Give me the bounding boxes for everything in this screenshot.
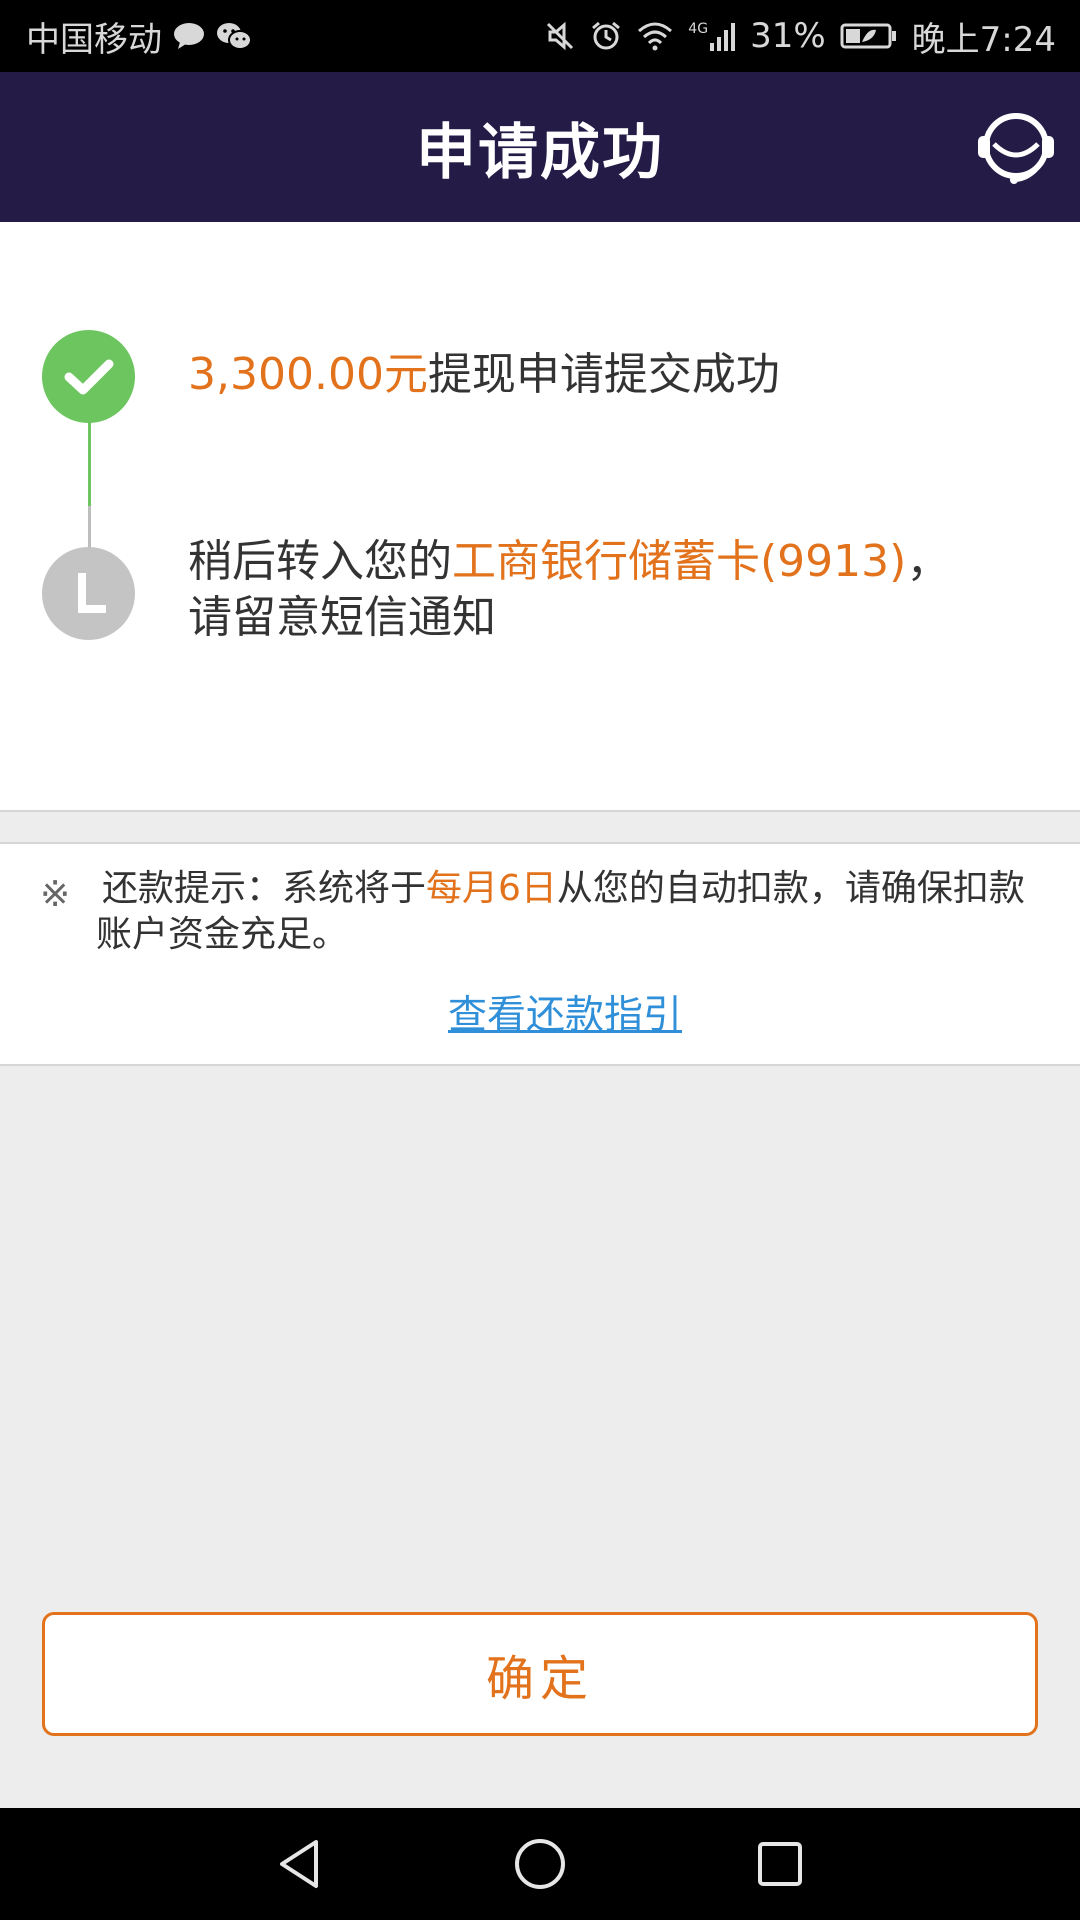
- reference-mark-icon: ※: [40, 874, 71, 915]
- signal-icon: [710, 23, 736, 51]
- repayment-guide-link[interactable]: 查看还款指引: [448, 993, 682, 1038]
- step-2-suffix: ，: [906, 536, 951, 587]
- bank-card-label: 工商银行储蓄卡(9913): [452, 536, 907, 587]
- confirm-button[interactable]: 确定: [42, 1612, 1038, 1736]
- clock-icon: [78, 573, 106, 613]
- step-1-text: 3,300.00元提现申请提交成功: [188, 347, 780, 403]
- network-type-label: 4G: [688, 21, 709, 37]
- step-connector-done: [88, 422, 91, 506]
- customer-service-icon[interactable]: [974, 108, 1058, 188]
- repayment-notice: ※ 还款提示：系统将于每月6日从您的自动扣款，请确保扣款账户资金充足。 查看还款…: [0, 844, 1080, 1066]
- step-2-line2: 请留意短信通知: [188, 592, 496, 643]
- notice-prefix: 还款提示：系统将于: [102, 868, 427, 909]
- withdraw-amount: 3,300.00元: [188, 349, 428, 400]
- back-icon[interactable]: [270, 1834, 330, 1894]
- step-pending-badge: [42, 547, 135, 640]
- mute-icon: [547, 21, 574, 51]
- step-done-badge: [42, 330, 135, 423]
- repayment-date: 每月6日: [426, 868, 557, 909]
- recent-apps-icon[interactable]: [750, 1834, 810, 1894]
- clock: 晚上7:24: [911, 19, 1056, 60]
- alarm-icon: [592, 21, 621, 50]
- system-nav-bar: [0, 1808, 1080, 1920]
- carrier-label: 中国移动: [26, 19, 162, 60]
- status-bar: 中国移动 4G 31% 晚上7:24: [0, 0, 1080, 72]
- wifi-icon: [638, 22, 673, 51]
- header-bar: 申请成功: [0, 72, 1080, 222]
- home-icon[interactable]: [510, 1834, 570, 1894]
- battery-icon: [840, 23, 896, 49]
- message-icon: [174, 23, 204, 49]
- battery-percent: 31%: [750, 16, 826, 56]
- page-title: 申请成功: [416, 117, 664, 188]
- step-1-label: 提现申请提交成功: [427, 349, 780, 400]
- wechat-icon: [217, 23, 252, 50]
- notice-text: 还款提示：系统将于每月6日从您的自动扣款，请确保扣款账户资金充足。: [96, 866, 1036, 958]
- section-divider: [0, 810, 1080, 844]
- checkmark-icon: [64, 359, 114, 395]
- step-2-text: 稍后转入您的工商银行储蓄卡(9913)， 请留意短信通知: [188, 534, 1048, 646]
- progress-card: 3,300.00元提现申请提交成功 稍后转入您的工商银行储蓄卡(9913)， 请…: [0, 222, 1080, 810]
- step-2-prefix: 稍后转入您的: [188, 536, 452, 587]
